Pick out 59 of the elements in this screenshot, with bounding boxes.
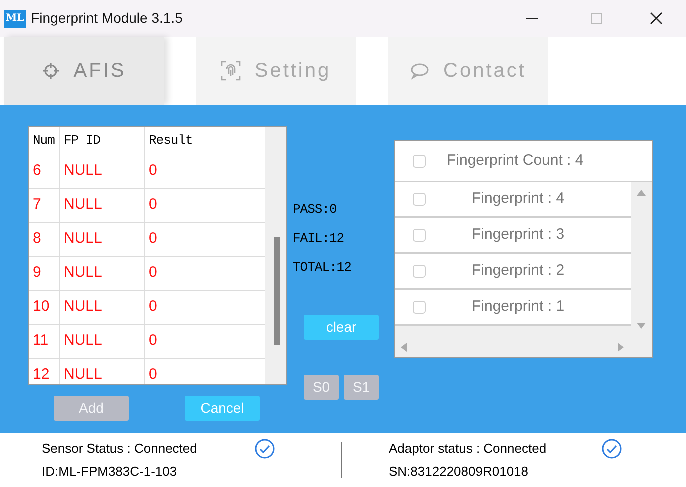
checkbox[interactable] — [413, 264, 426, 278]
tab[interactable]: Contact — [388, 37, 548, 105]
minimize-icon[interactable] — [526, 18, 538, 20]
list-item[interactable]: Fingerprint : 1 — [395, 290, 631, 326]
table-cell: NULL — [60, 155, 145, 188]
list-header-text: Fingerprint Count : 4 — [447, 150, 584, 171]
scroll-right-icon[interactable] — [618, 342, 624, 352]
app-logo: ML — [4, 10, 26, 28]
list-item[interactable]: Fingerprint : 4 — [395, 182, 631, 218]
table-cell: NULL — [60, 325, 145, 358]
table-cell: NULL — [60, 291, 145, 324]
window-title: Fingerprint Module 3.1.5 — [31, 9, 183, 28]
checkbox[interactable] — [413, 300, 426, 314]
table-cell: 7 — [29, 189, 60, 222]
scroll-left-icon[interactable] — [401, 342, 407, 352]
fingerprint-icon — [220, 61, 241, 81]
table-cell-text: 0 — [148, 297, 158, 318]
chat-bubble-icon — [410, 62, 430, 80]
table-cell: 9 — [29, 257, 60, 290]
tab[interactable]: AFIS — [4, 37, 164, 105]
checkbox[interactable] — [413, 192, 426, 206]
scroll-down-icon[interactable] — [637, 323, 646, 329]
crosshair-icon — [42, 62, 60, 80]
table-cell: 10 — [29, 291, 60, 324]
checkbox[interactable] — [413, 228, 426, 242]
scroll-up-icon[interactable] — [637, 190, 646, 196]
tab[interactable]: Setting — [196, 37, 356, 105]
table-cell: 11 — [29, 325, 60, 358]
table-cell-text: 0 — [148, 229, 158, 250]
table-cell: 12 — [29, 359, 60, 384]
table-cell-text: 0 — [148, 331, 158, 352]
clear-button[interactable]: clear — [304, 315, 379, 340]
checkbox[interactable] — [413, 154, 426, 168]
table-cell-text: 0 — [148, 365, 158, 384]
stat-text: TOTAL:12 — [293, 259, 352, 276]
table-cell: NULL — [60, 359, 145, 384]
table-cell: NULL — [60, 257, 145, 290]
cancel-button[interactable]: Cancel — [185, 396, 260, 421]
table-cell-text: 0 — [148, 195, 158, 216]
device-id-text: ID:ML-FPM383C-1-103 — [42, 462, 178, 480]
table-cell-text: 0 — [148, 161, 158, 182]
column-header: Result — [148, 132, 194, 150]
list-item[interactable]: Fingerprint : 3 — [395, 218, 631, 254]
list-item[interactable]: Fingerprint : 2 — [395, 254, 631, 290]
table-cell: NULL — [60, 223, 145, 256]
column-header: Num — [29, 127, 60, 155]
table-cell: 8 — [29, 223, 60, 256]
status-text: Sensor Status : Connected — [42, 440, 198, 458]
stat-text: PASS:0 — [293, 201, 338, 218]
status-text: Adaptor status : Connected — [389, 440, 547, 458]
table-cell: NULL — [60, 189, 145, 222]
table-cell: 6 — [29, 155, 60, 188]
table-cell-text: 0 — [148, 263, 158, 284]
stat-text: FAIL:12 — [293, 230, 346, 247]
device-id-text: SN:8312220809R01018 — [389, 462, 530, 480]
maximize-icon[interactable] — [591, 13, 602, 24]
close-icon[interactable] — [650, 12, 663, 25]
scrollbar-thumb[interactable] — [274, 237, 280, 345]
column-header: FP ID — [60, 127, 145, 155]
